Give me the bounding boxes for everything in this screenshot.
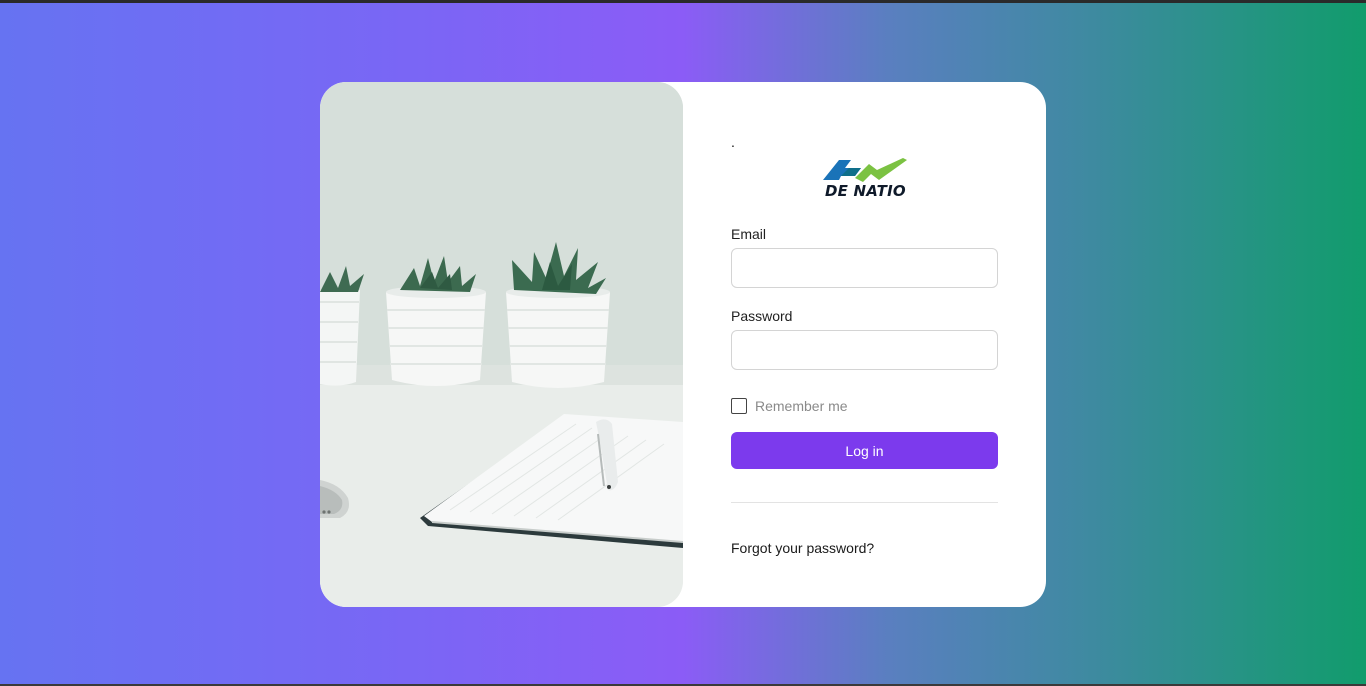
hero-photo bbox=[320, 82, 683, 607]
email-label: Email bbox=[731, 226, 767, 242]
login-button[interactable]: Log in bbox=[731, 432, 998, 469]
plants-desk-illustration bbox=[320, 82, 683, 607]
login-form: . DE NATIO Email Password Remember me Lo… bbox=[731, 82, 998, 607]
logo-mark-icon bbox=[823, 158, 907, 182]
window-top-bar bbox=[0, 0, 1366, 3]
remember-me-checkbox[interactable] bbox=[731, 398, 747, 414]
remember-me-label[interactable]: Remember me bbox=[755, 398, 848, 414]
de-natio-logo: DE NATIO bbox=[821, 158, 911, 202]
password-label: Password bbox=[731, 308, 793, 324]
logo-text: DE NATIO bbox=[825, 182, 906, 200]
forgot-password-link[interactable]: Forgot your password? bbox=[731, 540, 874, 556]
brand-dot: . bbox=[731, 134, 735, 150]
login-card: . DE NATIO Email Password Remember me Lo… bbox=[320, 82, 1046, 607]
divider bbox=[731, 502, 998, 503]
password-input[interactable] bbox=[731, 330, 998, 370]
email-input[interactable] bbox=[731, 248, 998, 288]
